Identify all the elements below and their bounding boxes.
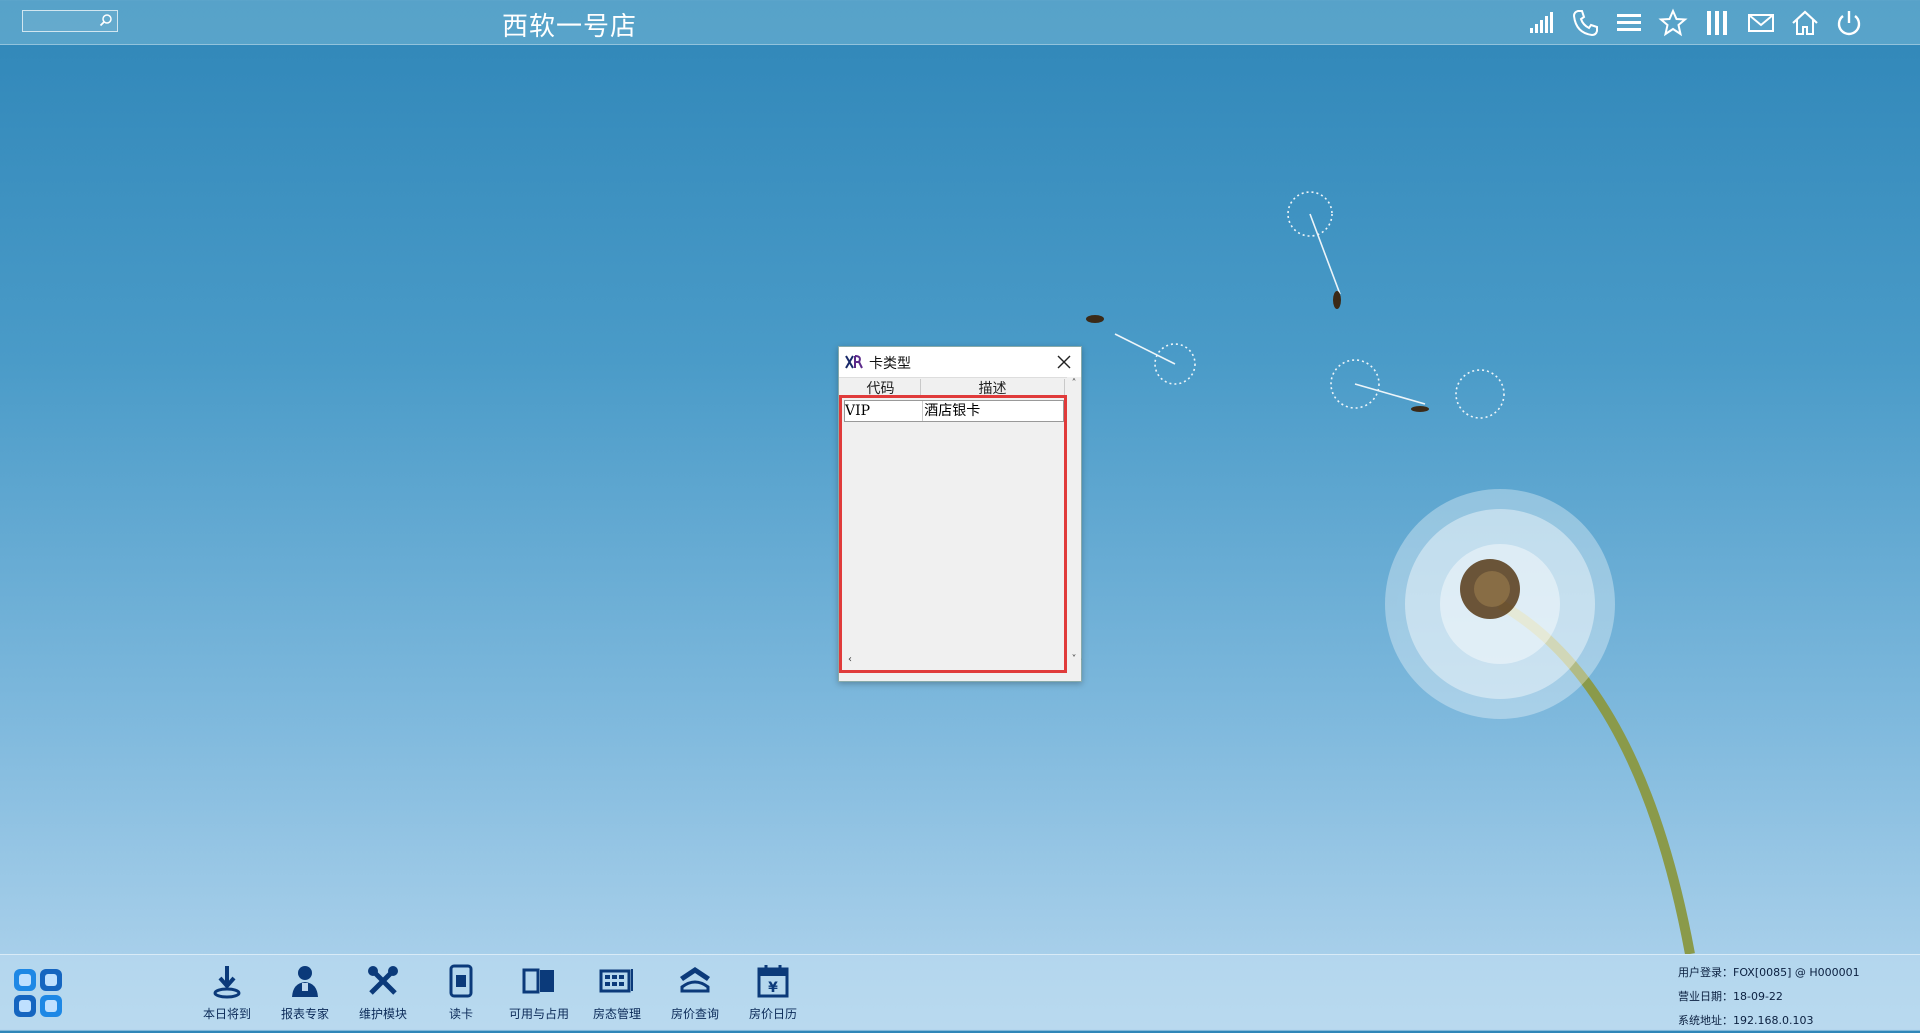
card-type-dialog: 卡类型 代码 描述 VIP 酒店银卡 ‹ › ˄ ˅ — [838, 346, 1082, 682]
phone-icon[interactable] — [1570, 8, 1600, 38]
app-label: 本日将到 — [202, 1007, 251, 1021]
top-toolbar — [1526, 8, 1864, 38]
arrival-icon — [213, 966, 241, 999]
signal-icon[interactable] — [1526, 8, 1556, 38]
app-report-expert[interactable]: 报表专家 — [266, 963, 344, 1022]
cell-desc[interactable]: 酒店银卡 — [922, 401, 1063, 421]
search-input[interactable] — [23, 11, 107, 31]
availability-icon — [522, 968, 554, 994]
dialog-title: 卡类型 — [869, 356, 911, 372]
menu-icon[interactable] — [1614, 8, 1644, 38]
tools-icon — [368, 966, 398, 995]
app-label: 房价查询 — [670, 1007, 719, 1021]
scroll-down-icon[interactable]: ˅ — [1069, 655, 1079, 665]
cell-code[interactable]: VIP — [845, 401, 922, 421]
search-icon[interactable] — [99, 13, 113, 27]
card-type-grid[interactable]: VIP 酒店银卡 ‹ › — [839, 395, 1082, 673]
hotel-title: 西软一号店 — [502, 12, 638, 42]
app-label: 房价日历 — [748, 1007, 797, 1021]
mail-icon[interactable] — [1746, 8, 1776, 38]
business-date: 营业日期：18-09-22 — [1678, 990, 1783, 1003]
bottom-taskbar: 本日将到 报表专家 维护模块 读卡 可用与占用 房态管理 房价查询 ¥ 房价日历… — [0, 954, 1920, 1031]
xr-logo-icon — [845, 355, 863, 369]
app-read-card[interactable]: 读卡 — [422, 963, 500, 1022]
power-icon[interactable] — [1834, 8, 1864, 38]
search-box[interactable] — [22, 10, 118, 32]
app-rate-calendar[interactable]: ¥ 房价日历 — [734, 963, 812, 1022]
card-reader-icon — [449, 964, 473, 998]
home-icon[interactable] — [1790, 8, 1820, 38]
taskbar-apps: 本日将到 报表专家 维护模块 读卡 可用与占用 房态管理 房价查询 ¥ 房价日历 — [188, 963, 812, 1022]
star-icon[interactable] — [1658, 8, 1688, 38]
start-menu-icon[interactable] — [10, 963, 66, 1023]
vertical-scrollbar[interactable]: ˄ ˅ — [1067, 377, 1081, 667]
close-icon[interactable] — [1055, 353, 1073, 371]
app-label: 可用与占用 — [508, 1007, 569, 1021]
app-label: 维护模块 — [358, 1007, 407, 1021]
dialog-titlebar[interactable]: 卡类型 — [839, 347, 1081, 378]
horizontal-scrollbar[interactable]: ‹ › — [842, 654, 1082, 666]
app-room-status[interactable]: 房态管理 — [578, 963, 656, 1022]
svg-text:¥: ¥ — [768, 980, 778, 996]
app-rate-query[interactable]: 房价查询 — [656, 963, 734, 1022]
table-row[interactable]: VIP 酒店银卡 — [844, 400, 1064, 422]
rate-calendar-icon: ¥ — [757, 965, 789, 998]
app-availability[interactable]: 可用与占用 — [500, 963, 578, 1022]
top-bar: 西软一号店 — [0, 0, 1920, 45]
app-arrivals[interactable]: 本日将到 — [188, 963, 266, 1022]
app-label: 读卡 — [448, 1007, 473, 1021]
columns-icon[interactable] — [1702, 8, 1732, 38]
scroll-up-icon[interactable]: ˄ — [1069, 379, 1079, 389]
app-maintenance[interactable]: 维护模块 — [344, 963, 422, 1022]
app-label: 房态管理 — [592, 1007, 641, 1021]
status-panel: 用户登录：FOX[0085] @ H000001 营业日期：18-09-22 系… — [1678, 961, 1860, 1033]
app-label: 报表专家 — [280, 1007, 329, 1021]
report-expert-icon — [292, 966, 318, 997]
scroll-left-icon[interactable]: ‹ — [848, 654, 852, 665]
room-status-icon — [599, 969, 633, 993]
rate-query-icon — [680, 967, 710, 993]
system-address: 系统地址：192.168.0.103 — [1678, 1014, 1814, 1027]
user-login-info: 用户登录：FOX[0085] @ H000001 — [1678, 966, 1860, 979]
